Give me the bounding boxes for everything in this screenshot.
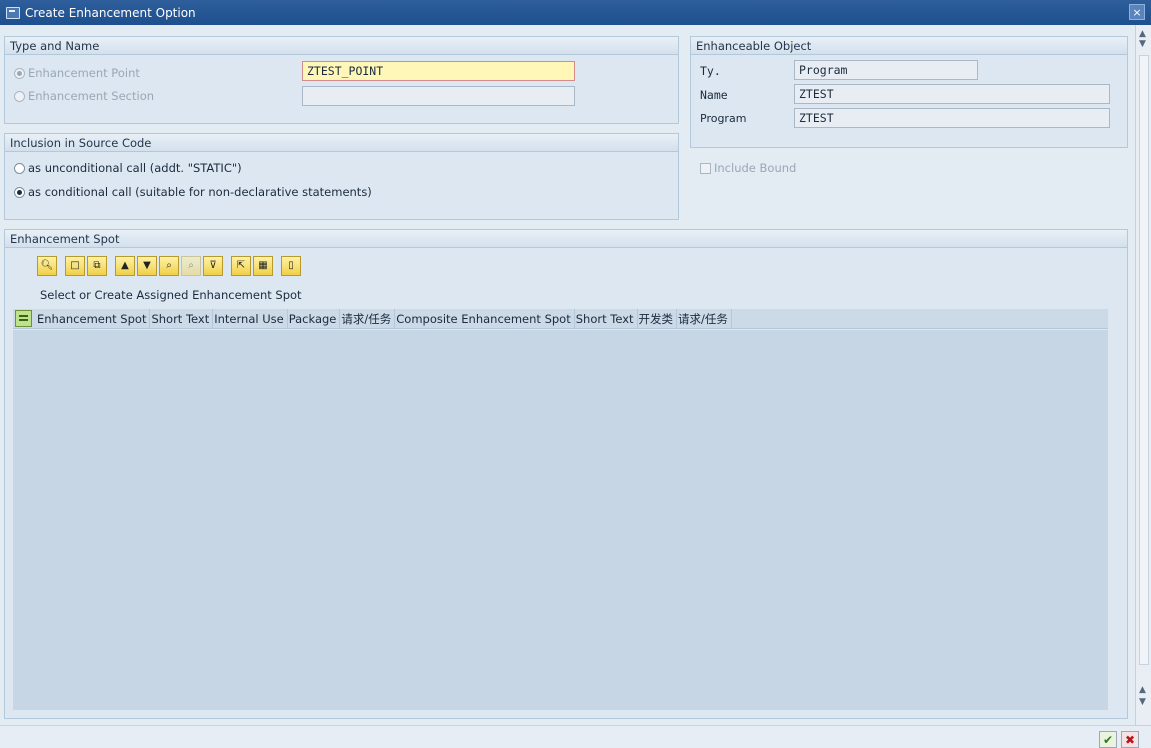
conditional-call-radio-row[interactable]: as conditional call (suitable for non-de… [14,185,372,199]
window-app-icon [6,6,20,19]
copy-icon[interactable]: ⧉ [87,256,107,276]
include-bound-checkbox[interactable] [700,162,711,174]
window-titlebar: Create Enhancement Option × [0,0,1151,25]
name-label: Name [700,88,728,102]
include-bound-label: Include Bound [714,161,797,175]
sort-descending-icon[interactable]: ▼ [137,256,157,276]
filter-icon[interactable]: ⊽ [203,256,223,276]
enhancement-section-radio[interactable] [14,90,25,102]
inclusion-group: Inclusion in Source Code as unconditiona… [4,133,679,220]
delete-icon[interactable]: ▯ [281,256,301,276]
scroll-down-up-icon[interactable]: ▲ [1139,685,1146,695]
enhancement-section-radio-row[interactable]: Enhancement Section [14,89,154,103]
col-internal-use[interactable]: Internal Use [213,308,288,329]
enhancement-section-input[interactable] [302,86,575,106]
inclusion-title: Inclusion in Source Code [5,134,678,152]
scroll-up-icon[interactable]: ▲ [1139,29,1146,39]
find-icon[interactable]: ⌕ [159,256,179,276]
enhancement-point-radio[interactable] [14,67,25,79]
enhanceable-object-group: Enhanceable Object Ty. Program Name ZTES… [690,36,1128,148]
enhancement-point-input[interactable]: ZTEST_POINT [302,61,575,81]
col-request-task[interactable]: 请求/任务 [340,308,396,329]
enhanceable-object-title: Enhanceable Object [691,37,1127,55]
scroll-up-small-icon[interactable]: ▼ [1139,39,1146,49]
col-package[interactable]: Package [288,308,341,329]
unconditional-call-radio[interactable] [14,162,25,174]
include-bound-row[interactable]: Include Bound [700,161,796,175]
unconditional-call-label: as unconditional call (addt. "STATIC") [28,161,242,175]
enhancement-spot-title: Enhancement Spot [5,230,1127,248]
conditional-call-radio[interactable] [14,186,25,198]
vertical-scrollbar[interactable]: ▲ ▼ ▲ ▼ [1135,25,1151,725]
create-icon[interactable]: □ [65,256,85,276]
col-composite-short-text[interactable]: Short Text [575,308,638,329]
dialog-footer: ✔ ✖ [0,725,1151,748]
name-field: ZTEST [794,84,1110,104]
layout-icon[interactable]: ▦ [253,256,273,276]
table-title: Select or Create Assigned Enhancement Sp… [40,288,302,302]
type-and-name-title: Type and Name [5,37,678,55]
program-label: Program [700,112,747,125]
cancel-button[interactable]: ✖ [1121,731,1139,748]
close-window-icon[interactable]: × [1129,4,1145,20]
conditional-call-label: as conditional call (suitable for non-de… [28,185,372,199]
enhancement-section-label: Enhancement Section [28,89,155,103]
sort-ascending-icon[interactable]: ▲ [115,256,135,276]
enhancement-point-radio-row[interactable]: Enhancement Point [14,66,140,80]
col-short-text[interactable]: Short Text [150,308,214,329]
scrollbar-thumb[interactable] [1139,55,1149,665]
enhancement-point-label: Enhancement Point [28,66,140,80]
table-body[interactable] [13,330,1108,710]
scroll-down-icon[interactable]: ▼ [1139,697,1146,707]
unconditional-call-radio-row[interactable]: as unconditional call (addt. "STATIC") [14,161,242,175]
confirm-button[interactable]: ✔ [1099,731,1117,748]
export-icon[interactable]: ⇱ [231,256,251,276]
type-and-name-group: Type and Name Enhancement Point Enhancem… [4,36,679,124]
col-composite-enhancement-spot[interactable]: Composite Enhancement Spot [395,308,575,329]
table-header: Enhancement Spot Short Text Internal Use… [13,308,1108,329]
col-dev-class[interactable]: 开发类 [638,308,678,329]
select-all-rows-icon[interactable] [15,310,32,327]
find-next-icon[interactable]: ⌕ [181,256,201,276]
col-request-task-2[interactable]: 请求/任务 [677,308,732,329]
enhancement-spot-toolbar: 🔍︎ □ ⧉ ▲ ▼ ⌕ ⌕ ⊽ ⇱ ▦ ▯ [37,255,303,277]
window-title: Create Enhancement Option [25,5,196,20]
details-icon[interactable]: 🔍︎ [37,256,57,276]
col-enhancement-spot[interactable]: Enhancement Spot [36,308,151,329]
type-field: Program [794,60,978,80]
type-label: Ty. [700,64,721,78]
program-field: ZTEST [794,108,1110,128]
